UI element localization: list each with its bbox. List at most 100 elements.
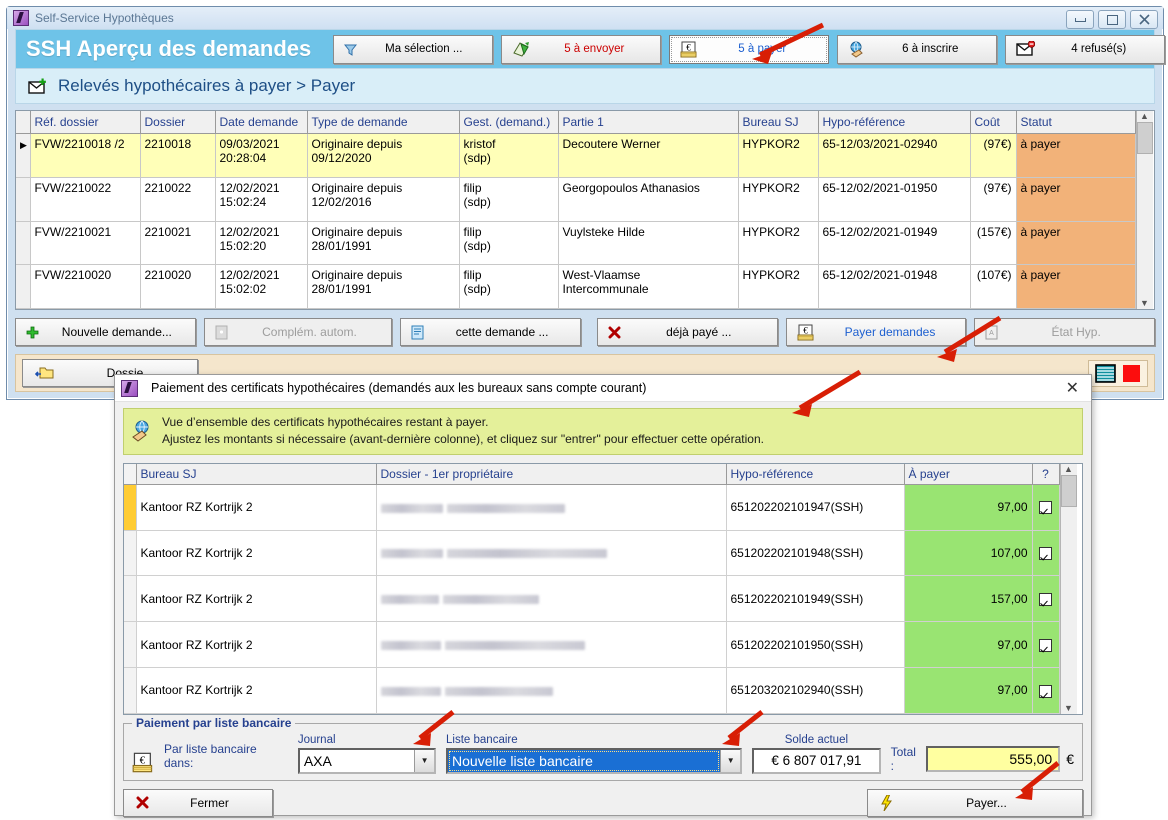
cell-bureau-sj[interactable]: Kantoor RZ Kortrijk 2	[136, 530, 377, 577]
cell-ref-dossier[interactable]: FVW/2210018 /2	[30, 133, 141, 178]
row-marker[interactable]	[16, 221, 31, 266]
cell-hypo-reference[interactable]: 651202202101950(SSH)	[726, 621, 905, 668]
this-request-button[interactable]: cette demande ...	[400, 318, 581, 346]
cell-ref-dossier[interactable]: FVW/2210021	[30, 221, 141, 266]
col-partie-1[interactable]: Partie 1	[558, 111, 739, 134]
cell-dossier-proprietaire[interactable]	[376, 530, 727, 577]
cell-partie-1[interactable]: Georgopoulos Athanasios	[558, 177, 739, 222]
cell-checkbox[interactable]	[1032, 575, 1060, 623]
row-marker[interactable]	[124, 484, 137, 531]
cell-dossier[interactable]: 2210021	[140, 221, 216, 266]
scroll-thumb[interactable]	[1136, 122, 1153, 154]
table-scrollbar[interactable]: ▲ ▼	[1135, 111, 1153, 309]
col-gest-demand[interactable]: Gest. (demand.)	[459, 111, 559, 134]
table-row[interactable]: Kantoor RZ Kortrijk 2 651203202102940(SSH…	[124, 667, 1060, 714]
cell-statut[interactable]: à payer	[1016, 221, 1136, 266]
minimize-button[interactable]	[1066, 10, 1094, 29]
row-marker[interactable]	[124, 530, 137, 577]
col-a-payer[interactable]: À payer	[904, 463, 1033, 485]
chevron-down-icon[interactable]: ▼	[414, 749, 435, 772]
cell-gest-demand[interactable]: filip (sdp)	[459, 221, 559, 266]
cell-bureau-sj[interactable]: HYPKOR2	[738, 133, 819, 178]
cell-hypo-reference[interactable]: 65-12/03/2021-02940	[818, 133, 971, 178]
cell-date-demande[interactable]: 12/02/2021 15:02:02	[215, 264, 308, 309]
table-row[interactable]: FVW/2210022 2210022 12/02/2021 15:02:24 Orig…	[16, 177, 1136, 222]
cell-a-payer[interactable]: 107,00	[904, 530, 1033, 577]
table-row[interactable]: Kantoor RZ Kortrijk 2 651202202101947(SSH…	[124, 484, 1060, 531]
close-button[interactable]	[1130, 10, 1158, 29]
cell-hypo-reference[interactable]: 651202202101949(SSH)	[726, 575, 905, 623]
cell-dossier-proprietaire[interactable]	[376, 621, 727, 668]
cell-hypo-reference[interactable]: 65-12/02/2021-01950	[818, 177, 971, 222]
cell-statut[interactable]: à payer	[1016, 177, 1136, 222]
cell-dossier-proprietaire[interactable]	[376, 575, 727, 623]
cell-dossier[interactable]: 2210018	[140, 133, 216, 178]
row-checkbox[interactable]	[1039, 501, 1052, 515]
pay-requests-button[interactable]: € Payer demandes	[785, 318, 967, 346]
table-row[interactable]: Kantoor RZ Kortrijk 2 651202202101948(SSH…	[124, 530, 1060, 577]
payment-table-scrollbar[interactable]: ▲ ▼	[1059, 463, 1077, 714]
cell-cout[interactable]: (107€)	[970, 264, 1017, 309]
col-check[interactable]: ?	[1032, 463, 1060, 485]
table-row[interactable]: Kantoor RZ Kortrijk 2 651202202101950(SSH…	[124, 621, 1060, 668]
cell-partie-1[interactable]: Decoutere Werner	[558, 133, 739, 178]
cell-type-demande[interactable]: Originaire depuis 09/12/2020	[307, 133, 460, 178]
col-cout[interactable]: Coût	[970, 111, 1017, 134]
cell-type-demande[interactable]: Originaire depuis 12/02/2016	[307, 177, 460, 222]
auto-complement-button[interactable]: Complém. autom.	[203, 318, 393, 346]
pay-button[interactable]: Payer...	[867, 788, 1083, 817]
row-checkbox[interactable]	[1039, 684, 1052, 698]
cell-hypo-reference[interactable]: 651202202101947(SSH)	[726, 484, 905, 531]
row-marker[interactable]	[16, 264, 31, 309]
col-bureau-sj[interactable]: Bureau SJ	[738, 111, 819, 134]
cell-dossier-proprietaire[interactable]	[376, 484, 727, 531]
cell-statut[interactable]: à payer	[1016, 133, 1136, 178]
col-statut[interactable]: Statut	[1016, 111, 1136, 134]
cell-cout[interactable]: (97€)	[970, 177, 1017, 222]
cell-bureau-sj[interactable]: Kantoor RZ Kortrijk 2	[136, 667, 377, 714]
cell-bureau-sj[interactable]: Kantoor RZ Kortrijk 2	[136, 621, 377, 668]
cell-gest-demand[interactable]: filip (sdp)	[459, 264, 559, 309]
cell-dossier[interactable]: 2210020	[140, 264, 216, 309]
cell-a-payer[interactable]: 97,00	[904, 621, 1033, 668]
striped-list-icon[interactable]	[1095, 363, 1116, 383]
cell-hypo-reference[interactable]: 65-12/02/2021-01949	[818, 221, 971, 266]
to-send-button[interactable]: 5 à envoyer	[501, 34, 662, 64]
cell-dossier[interactable]: 2210022	[140, 177, 216, 222]
col-hypo-reference[interactable]: Hypo-référence	[726, 463, 905, 485]
cell-cout[interactable]: (157€)	[970, 221, 1017, 266]
cell-type-demande[interactable]: Originaire depuis 28/01/1991	[307, 221, 460, 266]
my-selection-button[interactable]: Ma sélection ...	[333, 34, 494, 64]
cell-checkbox[interactable]	[1032, 530, 1060, 577]
scroll-up-icon[interactable]: ▲	[1064, 464, 1073, 474]
red-square-icon[interactable]	[1122, 364, 1141, 383]
to-pay-button[interactable]: € 5 à payer	[669, 34, 830, 64]
cell-partie-1[interactable]: Vuylsteke Hilde	[558, 221, 739, 266]
cell-a-payer[interactable]: 157,00	[904, 575, 1033, 623]
row-marker[interactable]: ▶	[16, 133, 31, 178]
col-date-demande[interactable]: Date demande	[215, 111, 308, 134]
col-type-demande[interactable]: Type de demande	[307, 111, 460, 134]
cell-a-payer[interactable]: 97,00	[904, 484, 1033, 531]
requests-table[interactable]: Réf. dossier Dossier Date demande Type d…	[15, 110, 1155, 310]
cell-date-demande[interactable]: 12/02/2021 15:02:24	[215, 177, 308, 222]
cell-ref-dossier[interactable]: FVW/2210022	[30, 177, 141, 222]
row-marker[interactable]	[16, 177, 31, 222]
cell-date-demande[interactable]: 12/02/2021 15:02:20	[215, 221, 308, 266]
table-row[interactable]: ▶ FVW/2210018 /2 2210018 09/03/2021 20:28:04…	[16, 133, 1136, 178]
cell-statut[interactable]: à payer	[1016, 264, 1136, 309]
cell-bureau-sj[interactable]: HYPKOR2	[738, 264, 819, 309]
cell-hypo-reference[interactable]: 651202202101948(SSH)	[726, 530, 905, 577]
bank-list-select[interactable]: Nouvelle liste bancaire ▼	[446, 747, 743, 774]
cell-checkbox[interactable]	[1032, 621, 1060, 668]
row-checkbox[interactable]	[1039, 592, 1052, 606]
cell-bureau-sj[interactable]: Kantoor RZ Kortrijk 2	[136, 484, 377, 531]
already-paid-button[interactable]: déjà payé ...	[596, 318, 778, 346]
chevron-down-icon[interactable]: ▼	[720, 749, 741, 772]
to-register-button[interactable]: 6 à inscrire	[837, 34, 998, 64]
cell-bureau-sj[interactable]: HYPKOR2	[738, 221, 819, 266]
hyp-state-button[interactable]: A État Hyp.	[974, 318, 1155, 346]
cell-checkbox[interactable]	[1032, 484, 1060, 531]
dialog-close-button[interactable]: ✕	[1060, 378, 1085, 398]
scroll-thumb[interactable]	[1060, 474, 1077, 507]
